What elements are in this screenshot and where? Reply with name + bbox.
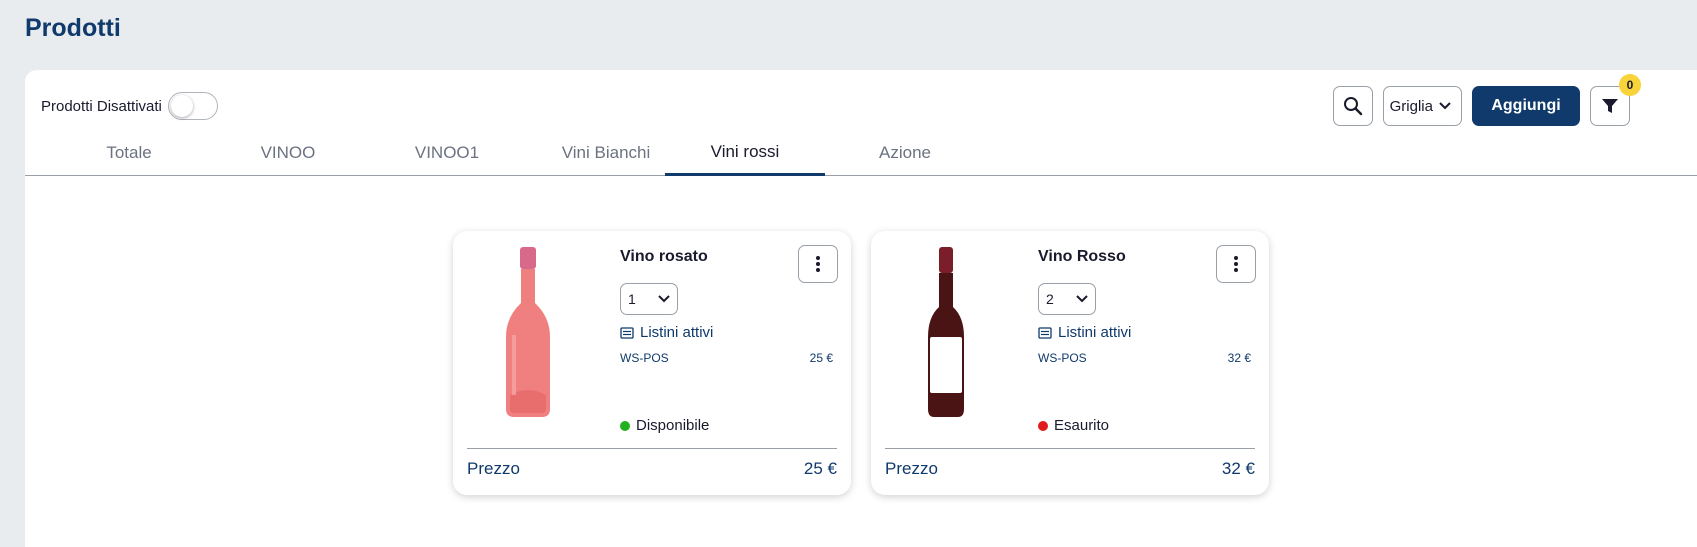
product-name: Vino Rosso [1038,248,1126,265]
product-card[interactable]: Vino Rosso 2 Listini attivi WS-POS 32 € … [871,231,1269,495]
active-price-lists[interactable]: Listini attivi [620,324,713,341]
deactivated-toggle[interactable] [167,92,218,120]
availability-status: Esaurito [1038,417,1109,434]
product-card[interactable]: Vino rosato 1 Listini attivi WS-POS 25 €… [453,231,851,495]
quantity-value: 1 [628,291,636,307]
status-dot [620,420,630,431]
page-title: Prodotti [25,14,121,42]
tab-vinoo1[interactable]: VINOO1 [367,130,527,176]
status-dot [1038,420,1048,431]
price-list-price: 32 € [1227,351,1251,365]
product-image [506,247,550,417]
search-icon [1343,97,1362,116]
deactivated-filter: Prodotti Disattivati [41,92,218,120]
list-icon [620,326,634,339]
tab-azione[interactable]: Azione [825,130,985,176]
more-vertical-icon [816,256,820,272]
view-select-value: Griglia [1389,97,1433,115]
price-lists-label: Listini attivi [1058,324,1132,341]
tab-vinoo[interactable]: VINOO [208,130,368,176]
tab-vini-bianchi[interactable]: Vini Bianchi [526,130,686,176]
price-list-code: WS-POS [1038,351,1087,365]
availability-status: Disponibile [620,417,709,434]
price-label: Prezzo [885,459,938,478]
price-label: Prezzo [467,459,520,478]
price-list-price: 25 € [809,351,833,365]
products-panel: Prodotti Disattivati Griglia Aggiungi 0 … [25,70,1697,547]
chevron-down-icon [1076,295,1088,303]
toggle-knob [170,95,193,117]
toolbar: Griglia Aggiungi 0 [1332,74,1641,126]
more-options-button[interactable] [1216,245,1256,283]
price-list-code: WS-POS [620,351,669,365]
price-value: 32 € [1221,459,1255,478]
more-vertical-icon [1234,256,1238,272]
product-image [928,247,964,417]
active-price-lists[interactable]: Listini attivi [1038,324,1131,341]
more-options-button[interactable] [798,245,838,283]
add-button[interactable]: Aggiungi [1472,86,1580,126]
quantity-select[interactable]: 1 [620,283,678,315]
view-select[interactable]: Griglia [1382,86,1462,126]
chevron-down-icon [658,295,670,303]
quantity-value: 2 [1046,291,1054,307]
filter-button[interactable]: 0 [1590,74,1641,126]
quantity-select[interactable]: 2 [1038,283,1096,315]
price-value: 25 € [803,459,837,478]
status-text: Disponibile [636,417,710,434]
filter-icon [1602,99,1618,113]
filter-count-badge: 0 [1619,74,1641,96]
tab-vini-rossi[interactable]: Vini rossi [665,130,825,176]
status-text: Esaurito [1054,417,1110,434]
category-tabs: Totale VINOO VINOO1 Vini Bianchi Vini ro… [25,130,1697,176]
deactivated-toggle-label: Prodotti Disattivati [41,97,162,115]
card-divider [885,448,1255,449]
search-button[interactable] [1332,86,1373,126]
tab-totale[interactable]: Totale [49,130,209,176]
card-divider [467,448,837,449]
price-lists-label: Listini attivi [640,324,714,341]
product-name: Vino rosato [620,248,708,265]
list-icon [1038,326,1052,339]
chevron-down-icon [1439,102,1451,110]
